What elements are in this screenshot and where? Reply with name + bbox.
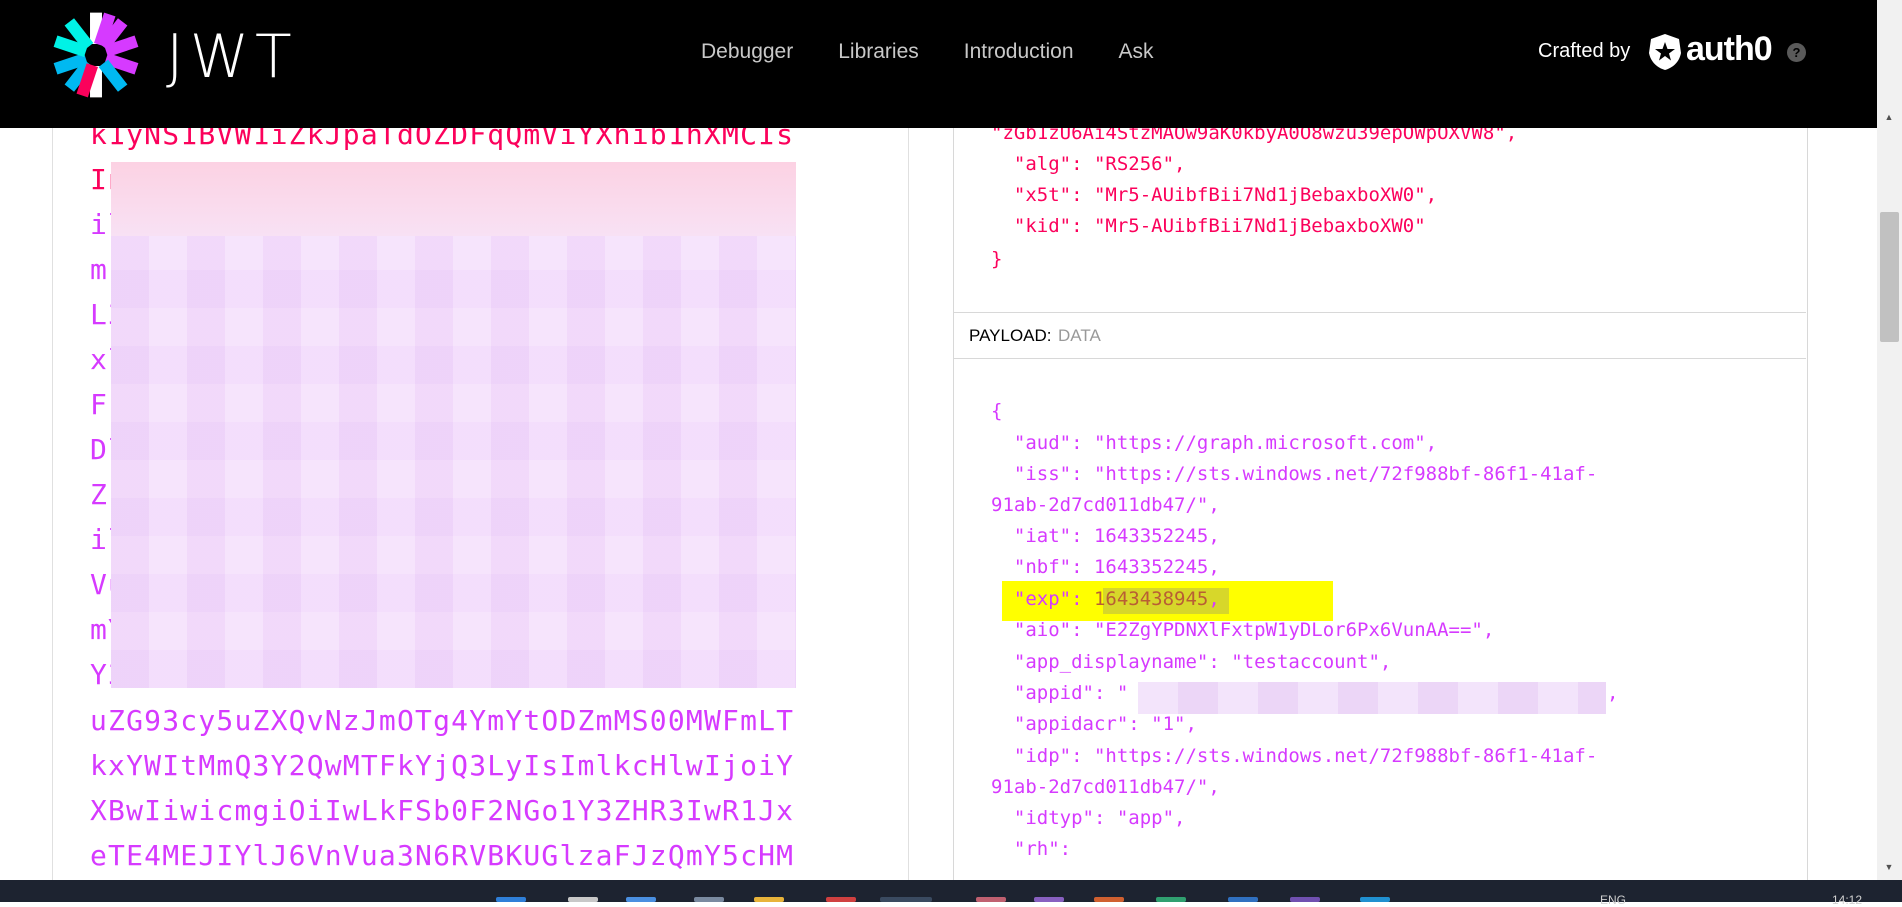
- header-json-line[interactable]: "x5t": "Mr5-AUibfBii7Nd1jBebaxboXW0",: [991, 184, 1437, 206]
- page-scrollbar[interactable]: [1877, 0, 1902, 880]
- payload-json-line[interactable]: "aio": "E2ZgYPDNXlFxtpW1yDLor6Px6VunAA==…: [991, 619, 1494, 641]
- taskbar-app-icon[interactable]: [1360, 897, 1390, 902]
- start-icon[interactable]: [496, 897, 526, 902]
- payload-json-line[interactable]: 91ab-2d7cd011db47/",: [991, 776, 1220, 798]
- appid-redacted-blur: [1138, 682, 1606, 714]
- section-divider: [953, 312, 1806, 313]
- nav-introduction[interactable]: Introduction: [964, 40, 1074, 64]
- redacted-blur-region-top: [111, 162, 796, 236]
- exp-value[interactable]: 1643438945: [1094, 588, 1208, 610]
- exp-comma: ,: [1208, 588, 1220, 610]
- scroll-down-icon[interactable]: ▼: [1883, 862, 1895, 874]
- jwt-wordmark[interactable]: JWT: [166, 22, 298, 92]
- main-nav: Debugger Libraries Introduction Ask: [701, 40, 1154, 64]
- crafted-by-label: Crafted by: [1538, 40, 1631, 62]
- taskbar-app-icon[interactable]: [1290, 897, 1320, 902]
- encoded-line[interactable]: eTE4MEJIYlJ6VnVua3N6RVBKUGlzaFJzQmY5cHM: [90, 839, 794, 872]
- header-json-line[interactable]: "alg": "RS256",: [991, 153, 1186, 175]
- auth0-logo[interactable]: auth0: [1686, 30, 1773, 69]
- payload-json-line[interactable]: "iss": "https://sts.windows.net/72f988bf…: [991, 463, 1597, 485]
- clock[interactable]: 14:12: [1832, 893, 1862, 907]
- payload-json-line[interactable]: "idtyp": "app",: [991, 807, 1186, 829]
- browser-icon[interactable]: [880, 897, 932, 902]
- section-divider: [953, 358, 1806, 359]
- taskbar-app-icon[interactable]: [1034, 897, 1064, 902]
- nav-libraries[interactable]: Libraries: [838, 40, 919, 64]
- encoded-line[interactable]: kxYWItMmQ3Y2QwMTFkYjQ3LyIsImlkcHlwIjoiY: [90, 749, 794, 782]
- taskbar-app-icon[interactable]: [1094, 897, 1124, 902]
- payload-json-line[interactable]: "appid": ": [991, 682, 1128, 704]
- taskbar-app-icon[interactable]: [694, 897, 724, 902]
- payload-json-line[interactable]: "idp": "https://sts.windows.net/72f988bf…: [991, 745, 1597, 767]
- jwt-logo-icon[interactable]: [50, 9, 142, 101]
- folder-icon[interactable]: [754, 897, 784, 902]
- header-json-line[interactable]: }: [991, 248, 1002, 270]
- payload-json-line[interactable]: "iat": 1643352245,: [991, 525, 1220, 547]
- payload-sublabel: DATA: [1058, 326, 1101, 345]
- nav-ask[interactable]: Ask: [1119, 40, 1154, 64]
- payload-json-line[interactable]: 91ab-2d7cd011db47/",: [991, 494, 1220, 516]
- encoded-line[interactable]: XBwIiwicmgiOiIwLkFSb0F2NGo1Y3ZHR3IwR1Jx: [90, 794, 794, 827]
- payload-json-line[interactable]: "appidacr": "1",: [991, 713, 1197, 735]
- payload-json-line[interactable]: "nbf": 1643352245,: [991, 556, 1220, 578]
- header-json-line[interactable]: "kid": "Mr5-AUibfBii7Nd1jBebaxboXW0": [991, 215, 1426, 237]
- taskbar-app-icon[interactable]: [1156, 897, 1186, 902]
- redacted-blur-region: [111, 162, 796, 688]
- nav-debugger[interactable]: Debugger: [701, 40, 793, 64]
- scrollbar-thumb[interactable]: [1880, 212, 1899, 342]
- exp-key: "exp":: [991, 588, 1094, 610]
- payload-json-line[interactable]: "aud": "https://graph.microsoft.com",: [991, 432, 1437, 454]
- taskbar-app-icon[interactable]: [976, 897, 1006, 902]
- search-icon[interactable]: [568, 897, 598, 902]
- taskbar-app-icon[interactable]: [826, 897, 856, 902]
- help-icon[interactable]: ?: [1787, 43, 1806, 62]
- payload-json-line-exp[interactable]: "exp": 1643438945,: [991, 588, 1220, 610]
- taskbar-app-icon[interactable]: [1228, 897, 1258, 902]
- top-header: JWT Debugger Libraries Introduction Ask …: [0, 0, 1877, 128]
- payload-json-line[interactable]: {: [991, 400, 1002, 422]
- auth0-shield-icon[interactable]: [1648, 33, 1682, 71]
- encoded-line[interactable]: uZG93cy5uZXQvNzJmOTg4YmYtODZmMS00MWFmLT: [90, 704, 794, 737]
- payload-json-line[interactable]: "rh":: [991, 838, 1071, 860]
- payload-json-line[interactable]: "app_displayname": "testaccount",: [991, 651, 1392, 673]
- language-indicator[interactable]: ENG: [1600, 893, 1626, 907]
- encoded-line[interactable]: m: [90, 253, 108, 286]
- payload-label: PAYLOAD:: [969, 326, 1052, 345]
- scroll-up-icon[interactable]: ▲: [1883, 112, 1895, 124]
- payload-json-line: ,: [1607, 682, 1619, 704]
- taskview-icon[interactable]: [626, 897, 656, 902]
